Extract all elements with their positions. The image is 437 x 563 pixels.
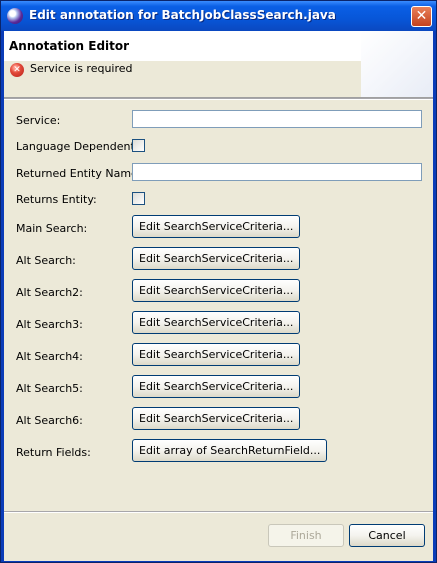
cancel-button[interactable]: Cancel	[349, 524, 425, 547]
returned-entity-name-input[interactable]	[132, 163, 422, 181]
alt-search6-label: Alt Search6:	[16, 414, 83, 427]
error-icon: ✕	[10, 63, 24, 77]
dialog-body: Annotation Editor ✕ Service is required …	[4, 31, 433, 561]
page-title: Annotation Editor	[9, 39, 130, 53]
header-separator	[4, 98, 433, 100]
main-search-label: Main Search:	[16, 222, 88, 235]
footer-separator	[4, 511, 433, 513]
finish-button-label: Finish	[290, 529, 322, 542]
alt-search3-edit-button[interactable]: Edit SearchServiceCriteria...	[132, 311, 301, 334]
alt-search3-label: Alt Search3:	[16, 318, 83, 331]
alt-search2-edit-button[interactable]: Edit SearchServiceCriteria...	[132, 279, 301, 302]
close-icon: ✕	[415, 8, 428, 24]
language-dependent-label: Language Dependent:	[16, 140, 139, 153]
cancel-button-label: Cancel	[368, 529, 406, 542]
alt-search-edit-button[interactable]: Edit SearchServiceCriteria...	[132, 247, 301, 270]
alt-search4-edit-button[interactable]: Edit SearchServiceCriteria...	[132, 343, 301, 366]
returns-entity-checkbox[interactable]	[132, 192, 145, 205]
eclipse-app-icon	[7, 8, 23, 24]
error-message: Service is required	[30, 62, 133, 75]
alt-search2-label: Alt Search2:	[16, 286, 83, 299]
service-label: Service:	[16, 114, 61, 127]
header-banner-image	[361, 31, 433, 97]
language-dependent-checkbox[interactable]	[132, 139, 145, 152]
finish-button[interactable]: Finish	[268, 524, 344, 547]
returns-entity-label: Returns Entity:	[16, 193, 97, 206]
main-search-edit-button[interactable]: Edit SearchServiceCriteria...	[132, 215, 301, 238]
alt-search-label: Alt Search:	[16, 254, 76, 267]
alt-search5-label: Alt Search5:	[16, 382, 83, 395]
alt-search4-label: Alt Search4:	[16, 350, 83, 363]
alt-search5-edit-button[interactable]: Edit SearchServiceCriteria...	[132, 375, 301, 398]
return-fields-edit-button[interactable]: Edit array of SearchReturnField...	[132, 439, 328, 462]
alt-search6-edit-button[interactable]: Edit SearchServiceCriteria...	[132, 407, 301, 430]
return-fields-label: Return Fields:	[16, 446, 91, 459]
title-bar[interactable]: Edit annotation for BatchJobClassSearch.…	[1, 1, 436, 31]
returned-entity-name-label: Returned Entity Name:	[16, 167, 142, 180]
dialog-header: Annotation Editor ✕ Service is required	[4, 31, 433, 98]
dialog-window: Edit annotation for BatchJobClassSearch.…	[0, 0, 437, 563]
close-button[interactable]: ✕	[411, 6, 432, 27]
service-input[interactable]	[132, 110, 422, 128]
window-title: Edit annotation for BatchJobClassSearch.…	[29, 8, 336, 22]
